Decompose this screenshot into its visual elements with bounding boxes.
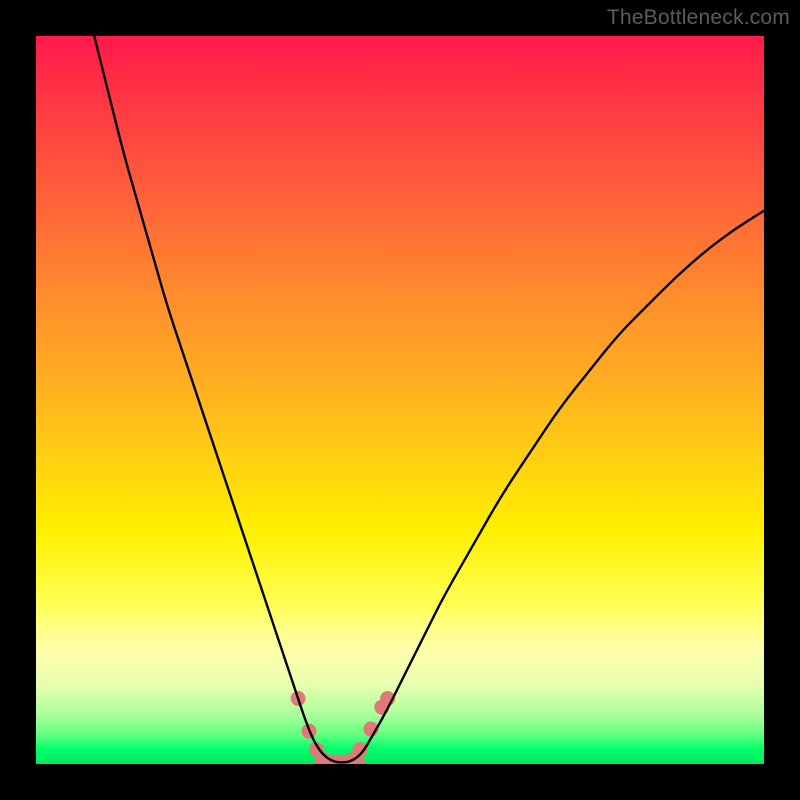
chart-frame: TheBottleneck.com <box>0 0 800 800</box>
chart-plot-area <box>36 36 764 764</box>
bottleneck-curve <box>94 36 764 762</box>
marker-layer <box>291 691 396 764</box>
watermark-text: TheBottleneck.com <box>607 6 790 30</box>
chart-svg <box>36 36 764 764</box>
